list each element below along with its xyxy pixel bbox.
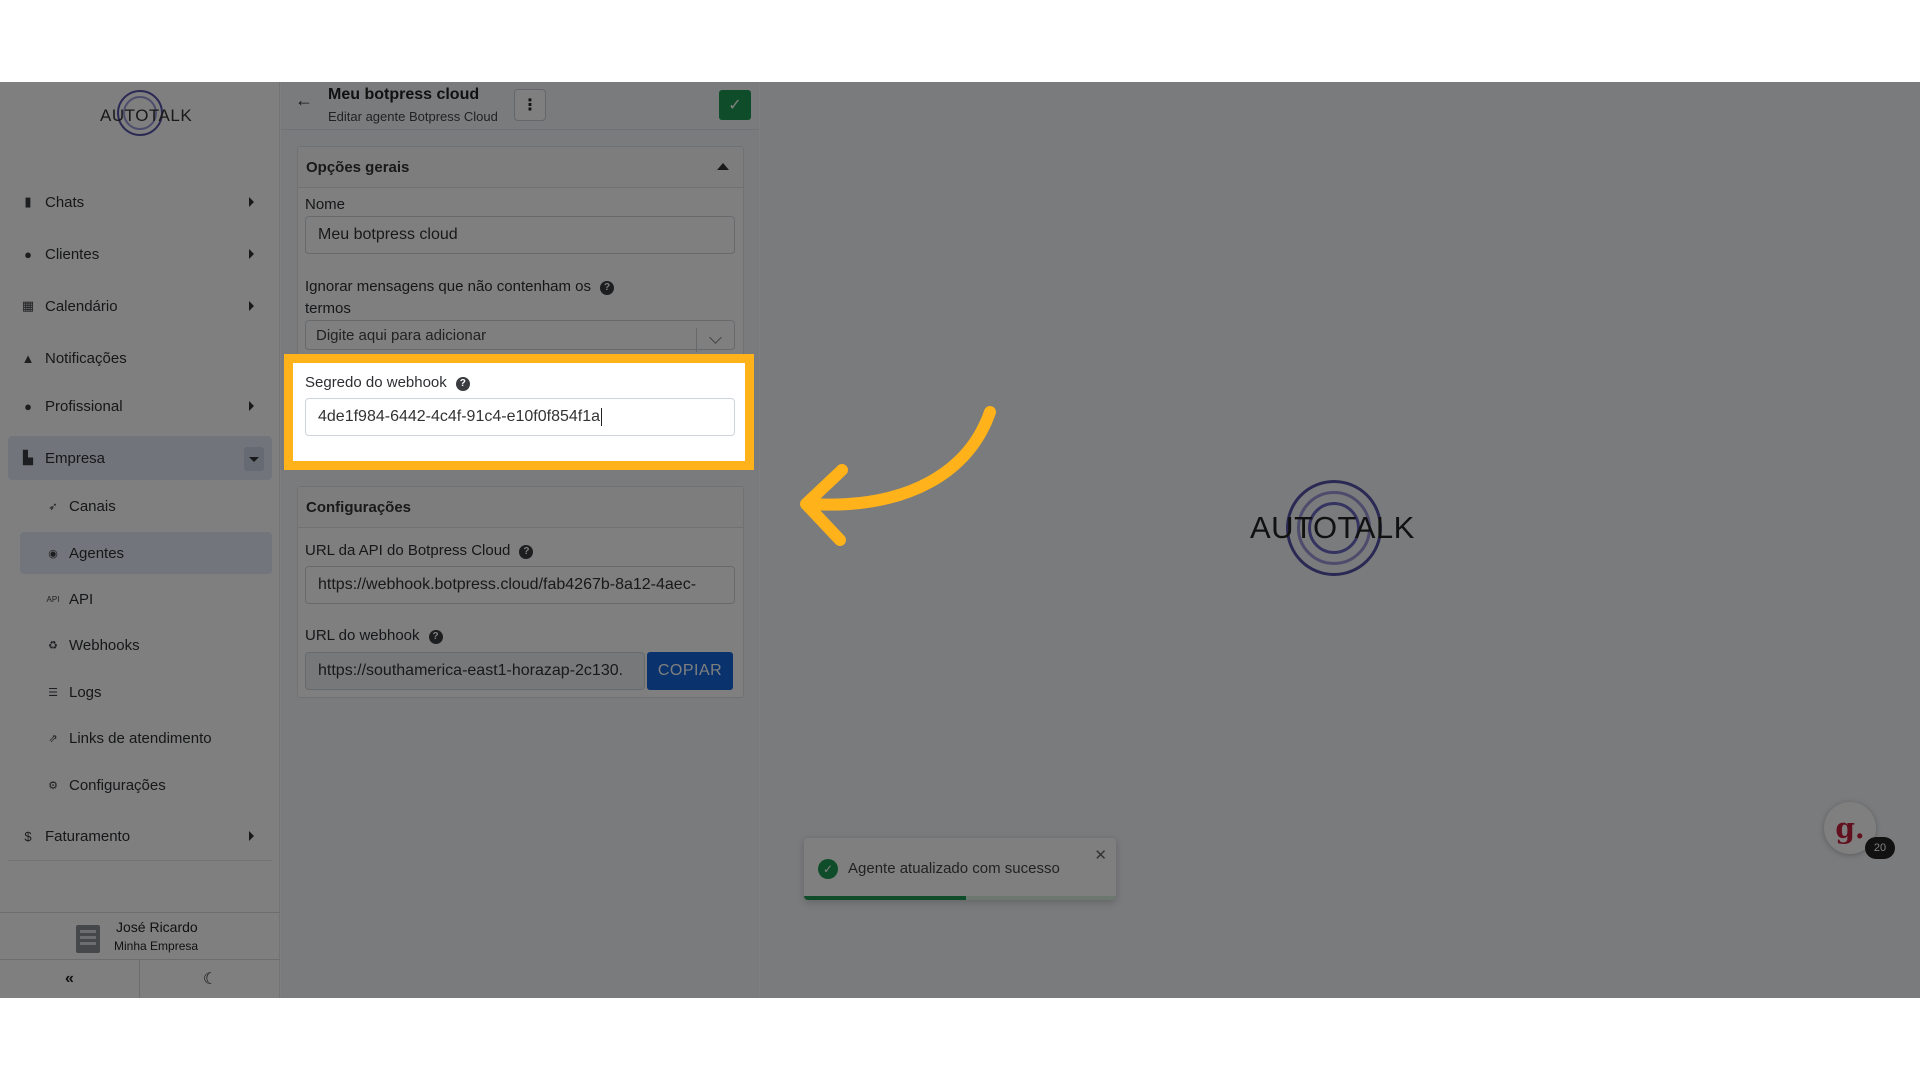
highlight-frame: Segredo do webhook? 4de1f984-6442-4c4f-9… [284,354,754,470]
webhook-secret-value: 4de1f984-6442-4c4f-91c4-e10f0f854f1a [318,408,600,425]
webhook-secret-label: Segredo do webhook? [305,374,470,391]
annotation-arrow-icon [800,406,996,546]
webhook-secret-label-text: Segredo do webhook [305,374,447,391]
app-frame: AUTOTALK ▮ Chats ● Clientes ▦ Calendário… [0,82,1920,998]
webhook-secret-input[interactable]: 4de1f984-6442-4c4f-91c4-e10f0f854f1a [305,398,735,436]
webhook-secret-field: Segredo do webhook? 4de1f984-6442-4c4f-9… [293,363,745,461]
help-icon[interactable]: ? [455,376,470,391]
text-cursor [601,408,602,426]
